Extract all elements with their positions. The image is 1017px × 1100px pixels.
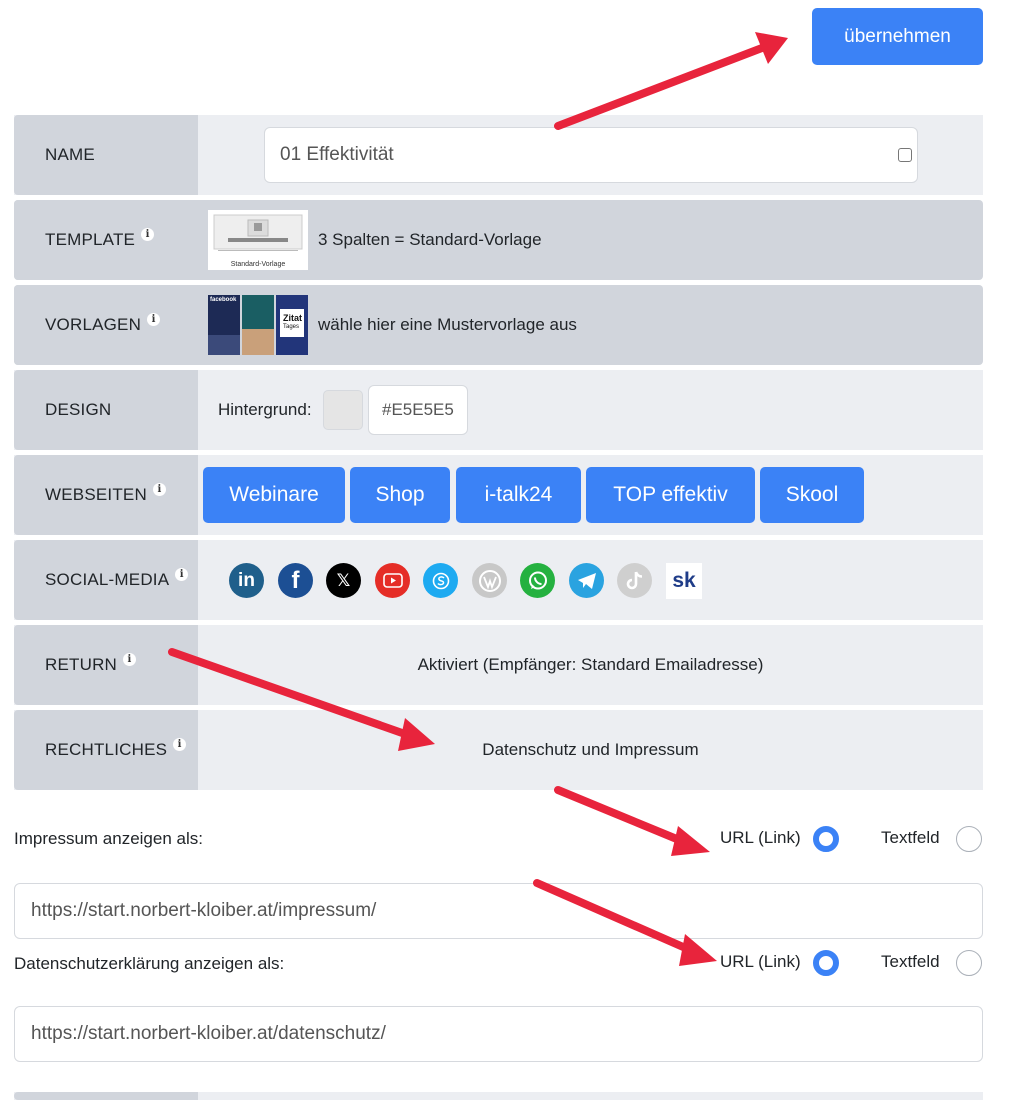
background-color-swatch[interactable]	[323, 390, 363, 430]
template-text: 3 Spalten = Standard-Vorlage	[318, 230, 542, 249]
template-label: TEMPLATE i	[14, 200, 198, 280]
impressum-url-radio[interactable]	[813, 826, 839, 852]
design-label: DESIGN	[14, 370, 198, 450]
next-row-label	[14, 1092, 198, 1100]
row-social-media: SOCIAL-MEDIA i in f 𝕏 sk	[14, 540, 983, 620]
info-icon[interactable]: i	[152, 482, 166, 496]
website-button-top-effektiv[interactable]: TOP effektiv	[586, 467, 755, 523]
row-next-partial	[14, 1092, 983, 1100]
info-icon[interactable]: i	[173, 737, 187, 751]
row-template: TEMPLATE i Standard-Vorlage 3 Spalten = S…	[14, 200, 983, 280]
row-vorlagen: VORLAGEN i facebook Zitat Tages wähle hie…	[14, 285, 983, 365]
datenschutz-url-option-label[interactable]: URL (Link)	[720, 952, 801, 972]
row-name: NAME 01 Effektivität	[14, 115, 983, 195]
info-icon[interactable]: i	[123, 652, 137, 666]
rechtliches-text[interactable]: Datenschutz und Impressum	[198, 710, 983, 790]
rechtliches-label: RECHTLICHES i	[14, 710, 198, 790]
arrowhead-apply	[755, 32, 788, 64]
datenschutz-url-input[interactable]: https://start.norbert-kloiber.at/datensc…	[14, 1006, 983, 1062]
website-button-webinare[interactable]: Webinare	[203, 467, 345, 523]
template-thumbnail[interactable]: Standard-Vorlage	[208, 210, 308, 270]
youtube-icon[interactable]	[375, 563, 410, 598]
website-button-shop[interactable]: Shop	[350, 467, 450, 523]
info-icon[interactable]: i	[141, 227, 155, 241]
name-input[interactable]: 01 Effektivität	[264, 127, 918, 183]
impressum-url-option-label[interactable]: URL (Link)	[720, 828, 801, 848]
return-status[interactable]: Aktiviert (Empfänger: Standard Emailadre…	[198, 625, 983, 705]
impressum-text-radio[interactable]	[956, 826, 982, 852]
skype-icon[interactable]	[423, 563, 458, 598]
whatsapp-icon[interactable]	[520, 563, 555, 598]
row-design: DESIGN Hintergrund: #E5E5E5	[14, 370, 983, 450]
facebook-icon[interactable]: f	[278, 563, 313, 598]
apply-button[interactable]: übernehmen	[812, 8, 983, 65]
skool-icon[interactable]: sk	[666, 563, 702, 599]
datenschutz-text-radio[interactable]	[956, 950, 982, 976]
impressum-label: Impressum anzeigen als:	[14, 829, 203, 848]
linkedin-icon[interactable]: in	[229, 563, 264, 598]
datenschutz-text-option-label[interactable]: Textfeld	[881, 952, 940, 972]
impressum-url-input[interactable]: https://start.norbert-kloiber.at/impress…	[14, 883, 983, 939]
datenschutz-label: Datenschutzerklärung anzeigen als:	[14, 954, 285, 973]
tiktok-icon[interactable]	[617, 563, 652, 598]
info-icon[interactable]: i	[147, 312, 161, 326]
background-label: Hintergrund:	[218, 400, 312, 419]
social-media-label: SOCIAL-MEDIA i	[14, 540, 198, 620]
website-button-italk24[interactable]: i-talk24	[456, 467, 581, 523]
info-icon[interactable]: i	[175, 567, 189, 581]
impressum-text-option-label[interactable]: Textfeld	[881, 828, 940, 848]
vorlagen-text: wähle hier eine Mustervorlage aus	[318, 315, 577, 334]
vorlage-facebook-text: facebook	[210, 297, 237, 303]
wordpress-icon[interactable]	[472, 563, 507, 598]
row-return: RETURN i Aktiviert (Empfänger: Standard E…	[14, 625, 983, 705]
row-webseiten: WEBSEITEN i Webinare Shop i-talk24 TOP ef…	[14, 455, 983, 535]
template-thumb-caption: Standard-Vorlage	[230, 261, 286, 268]
emoji-picker-icon[interactable]	[898, 148, 912, 162]
website-button-skool[interactable]: Skool	[760, 467, 864, 523]
vorlage-zitat-text: Zitat	[283, 313, 302, 323]
row-rechtliches: RECHTLICHES i Datenschutz und Impressum	[14, 710, 983, 790]
telegram-icon[interactable]	[569, 563, 604, 598]
return-label: RETURN i	[14, 625, 198, 705]
arrow-to-impressum-url	[554, 786, 688, 846]
vorlagen-label: VORLAGEN i	[14, 285, 198, 365]
x-icon[interactable]: 𝕏	[326, 563, 361, 598]
datenschutz-url-radio[interactable]	[813, 950, 839, 976]
name-label: NAME	[14, 115, 198, 195]
name-input-value: 01 Effektivität	[280, 144, 394, 165]
vorlage-tages-text: Tages	[283, 324, 300, 330]
webseiten-label: WEBSEITEN i	[14, 455, 198, 535]
background-color-input[interactable]: #E5E5E5	[368, 385, 468, 435]
arrowhead-impressum	[671, 826, 710, 856]
vorlagen-thumbnails[interactable]: facebook Zitat Tages	[208, 295, 308, 355]
